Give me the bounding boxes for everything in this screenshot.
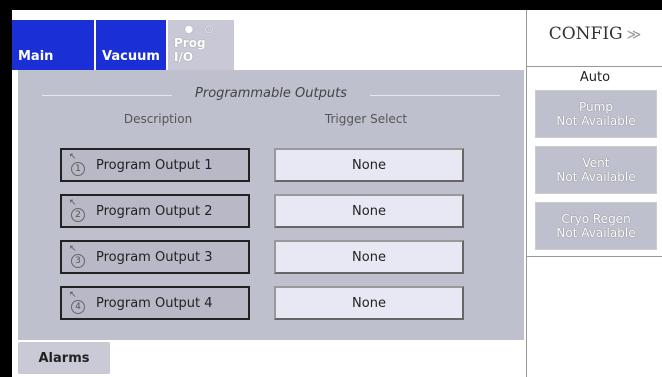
output-description-1[interactable]: ↖ 1 Program Output 1 — [60, 148, 250, 182]
output-description-4[interactable]: ↖ 4 Program Output 4 — [60, 286, 250, 320]
output-description-3[interactable]: ↖ 3 Program Output 3 — [60, 240, 250, 274]
trigger-select-button-1[interactable]: None — [274, 148, 464, 182]
tab-vacuum-label: Vacuum — [102, 49, 160, 64]
output-label: Program Output 3 — [96, 249, 213, 265]
programmable-outputs-panel: Programmable Outputs Description Trigger… — [18, 70, 524, 340]
cryo-regen-label: Cryo Regen — [561, 212, 631, 226]
chevron-down-icon: ≫ — [626, 27, 642, 43]
output-description-2[interactable]: ↖ 2 Program Output 2 — [60, 194, 250, 228]
output-label: Program Output 2 — [96, 203, 213, 219]
trigger-select-button-2[interactable]: None — [274, 194, 464, 228]
sidebar-divider-bottom — [527, 256, 662, 257]
sidebar-divider — [527, 66, 662, 67]
cryo-regen-status: Not Available — [556, 226, 636, 240]
trigger-select-button-4[interactable]: None — [274, 286, 464, 320]
pump-label: Pump — [579, 100, 613, 114]
config-label: CONFIG — [548, 24, 623, 44]
tab-prog-io[interactable]: ● ○ Prog I/O — [168, 20, 234, 70]
column-header-trigger: Trigger Select — [324, 112, 408, 126]
output-number-icon: ↖ 2 — [68, 198, 90, 224]
alarms-button[interactable]: Alarms — [18, 342, 110, 374]
pump-status: Not Available — [556, 114, 636, 128]
column-header-description: Description — [123, 112, 193, 126]
pump-button[interactable]: Pump Not Available — [535, 90, 657, 138]
mode-label: Auto — [579, 70, 611, 85]
vent-button[interactable]: Vent Not Available — [535, 146, 657, 194]
output-number-icon: ↖ 3 — [68, 244, 90, 270]
cryo-regen-button[interactable]: Cryo Regen Not Available — [535, 202, 657, 250]
config-header[interactable]: CONFIG ≫ — [527, 24, 662, 44]
page-indicator-dots: ● ○ — [184, 24, 218, 35]
output-label: Program Output 4 — [96, 295, 213, 311]
vent-label: Vent — [582, 156, 610, 170]
tab-vacuum[interactable]: Vacuum — [96, 20, 166, 70]
vent-status: Not Available — [556, 170, 636, 184]
touch-screen: Main Vacuum ● ○ Prog I/O Programmable Ou… — [12, 10, 662, 377]
tab-main-label: Main — [18, 49, 54, 64]
output-number-icon: ↖ 1 — [68, 152, 90, 178]
output-label: Program Output 1 — [96, 157, 213, 173]
output-number-icon: ↖ 4 — [68, 290, 90, 316]
trigger-select-button-3[interactable]: None — [274, 240, 464, 274]
tab-main[interactable]: Main — [12, 20, 94, 70]
section-title: Programmable Outputs — [195, 86, 347, 101]
tab-prog-io-label: Prog I/O — [174, 36, 206, 64]
config-sidebar: CONFIG ≫ Auto Pump Not Available Vent Not… — [526, 10, 662, 377]
